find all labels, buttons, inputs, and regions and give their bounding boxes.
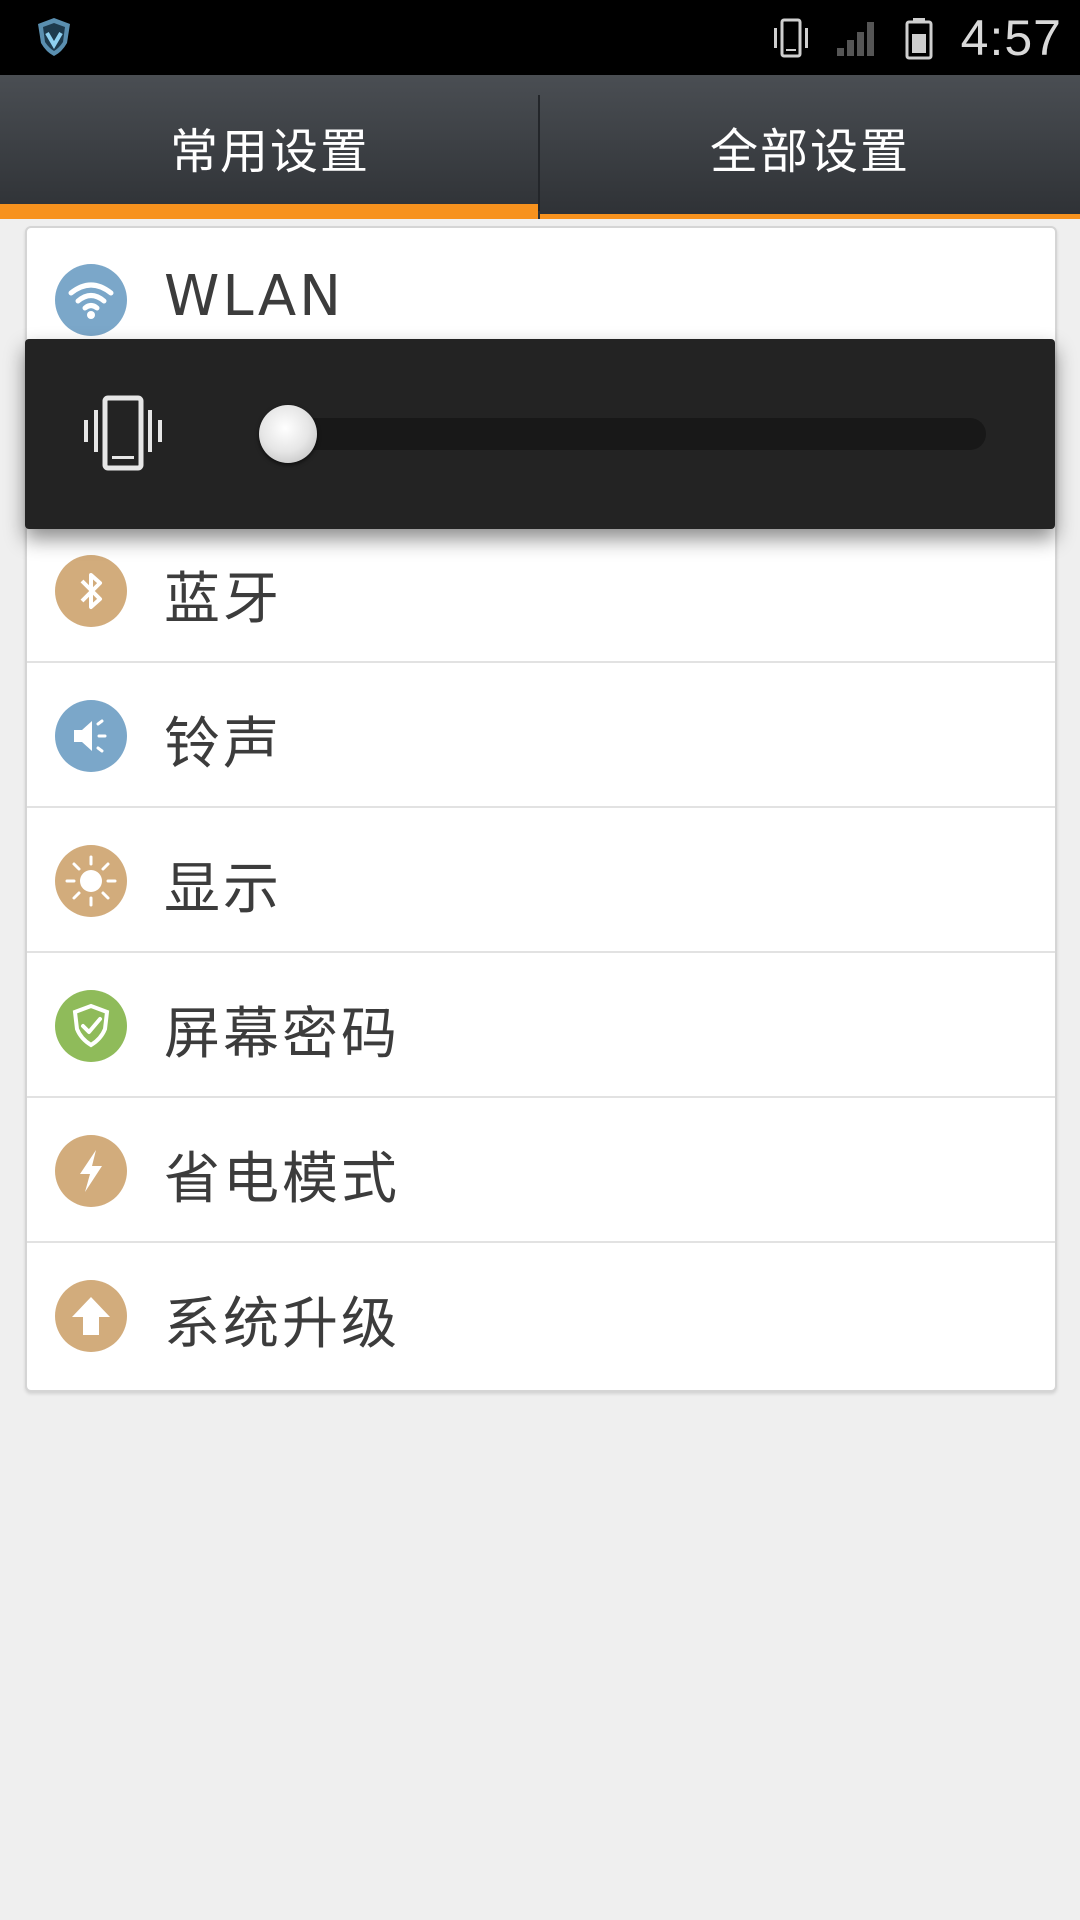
volume-slider-thumb[interactable] — [259, 405, 317, 463]
clock: 4:57 — [960, 9, 1062, 66]
shield-app-icon — [38, 18, 70, 56]
tab-all-settings[interactable]: 全部设置 — [540, 75, 1080, 219]
settings-item-label: 省电模式 — [164, 1147, 400, 1212]
active-tab-indicator — [0, 204, 538, 219]
settings-item-system-update[interactable]: 系统升级 — [27, 1243, 1055, 1388]
signal-icon — [836, 21, 874, 56]
settings-item-screen-password[interactable]: 屏幕密码 — [27, 953, 1055, 1098]
settings-item-label: 屏幕密码 — [164, 1002, 400, 1067]
settings-item-bluetooth[interactable]: 蓝牙 — [27, 518, 1055, 663]
vibrate-icon — [84, 395, 162, 471]
wifi-icon — [55, 264, 127, 336]
volume-slider-track[interactable] — [263, 418, 986, 450]
settings-item-label: 显示 — [164, 857, 282, 922]
settings-item-ringtone[interactable]: 铃声 — [27, 663, 1055, 808]
settings-item-label: 铃声 — [164, 712, 282, 777]
battery-icon — [905, 17, 933, 59]
status-bar: 4:57 — [0, 0, 1080, 75]
volume-overlay — [25, 339, 1055, 529]
lightning-icon — [55, 1135, 127, 1207]
settings-item-display[interactable]: 显示 — [27, 808, 1055, 953]
settings-item-power-saving[interactable]: 省电模式 — [27, 1098, 1055, 1243]
tab-label: 常用设置 — [169, 124, 370, 180]
tab-label: 全部设置 — [709, 124, 910, 180]
up-arrow-icon — [55, 1280, 127, 1352]
sun-icon — [55, 845, 127, 917]
tab-common-settings[interactable]: 常用设置 — [0, 75, 540, 219]
shield-check-icon — [55, 990, 127, 1062]
bluetooth-icon — [55, 555, 127, 627]
settings-item-label: 系统升级 — [164, 1292, 400, 1357]
settings-item-label: 蓝牙 — [164, 567, 282, 632]
tab-underline — [540, 214, 1080, 219]
tab-bar: 常用设置 全部设置 — [0, 75, 1080, 219]
settings-item-label: WLAN — [164, 264, 345, 329]
vibrate-icon — [773, 18, 808, 57]
speaker-icon — [55, 700, 127, 772]
